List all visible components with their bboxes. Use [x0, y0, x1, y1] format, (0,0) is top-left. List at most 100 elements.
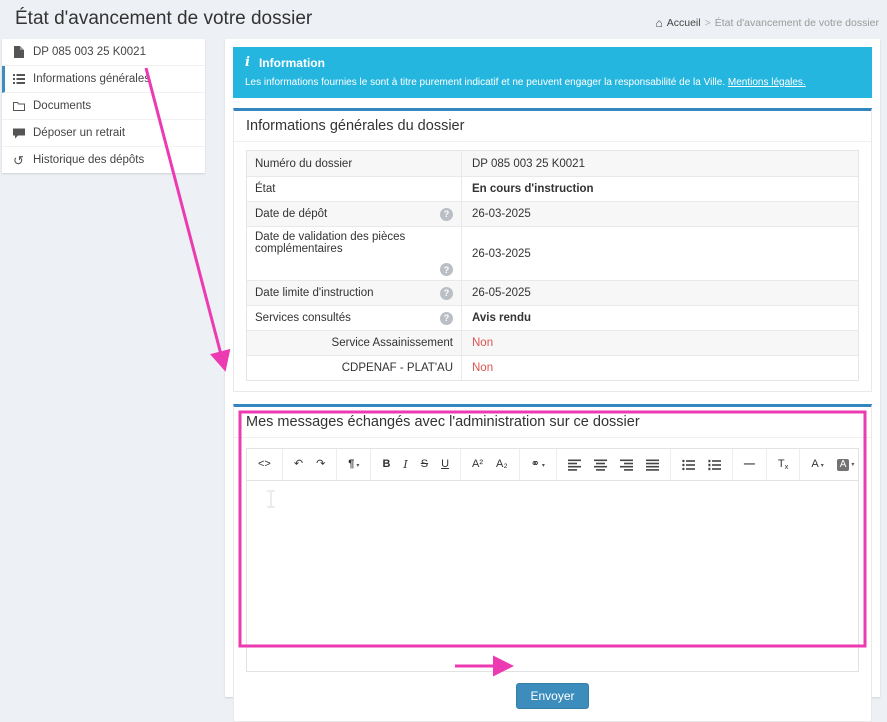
- row-value: 26-03-2025: [461, 227, 858, 280]
- help-icon[interactable]: ?: [440, 312, 453, 325]
- row-label: Date limite d'instruction: [255, 287, 374, 299]
- codeview-button[interactable]: <>: [255, 456, 274, 473]
- superscript-button[interactable]: A²: [469, 456, 486, 473]
- info-banner-text: Les informations fournies le sont à titr…: [245, 77, 725, 88]
- sidebar-item-label: Documents: [33, 100, 91, 112]
- dossier-table: Numéro du dossier DP 085 003 25 K0021 Ét…: [246, 150, 859, 381]
- clear-format-button[interactable]: Tx: [775, 456, 791, 473]
- sidebar-item-informations-generales[interactable]: Informations générales: [2, 66, 205, 93]
- underline-icon: U: [441, 458, 449, 471]
- help-icon[interactable]: ?: [440, 287, 453, 300]
- breadcrumb-current: État d'avancement de votre dossier: [715, 17, 879, 29]
- italic-button[interactable]: I: [400, 456, 410, 473]
- table-row: Date de validation des pièces complément…: [247, 226, 858, 280]
- sidebar-item-label: Déposer un retrait: [33, 127, 125, 139]
- subscript-button[interactable]: A₂: [493, 456, 511, 473]
- align-center-button[interactable]: [591, 457, 610, 473]
- main-content: i Information Les informations fournies …: [225, 39, 880, 697]
- row-value: DP 085 003 25 K0021: [461, 151, 858, 176]
- text-cursor: [267, 490, 275, 508]
- breadcrumb-accueil[interactable]: Accueil: [667, 17, 701, 29]
- undo-icon: ↶: [294, 458, 303, 471]
- align-left-icon: [568, 459, 581, 471]
- breadcrumb-separator: >: [705, 17, 711, 29]
- comment-icon: [12, 127, 25, 139]
- row-label: Numéro du dossier: [255, 158, 352, 170]
- table-row: CDPENAF - PLAT'AU Non: [247, 355, 858, 380]
- sidebar-item-historique-depots[interactable]: ↺ Historique des dépôts: [2, 147, 205, 173]
- row-value: Non: [461, 356, 858, 380]
- ordered-list-button[interactable]: [705, 457, 724, 473]
- message-editor: <> ↶ ↷ ¶ B I S U: [246, 448, 859, 672]
- dossier-panel: Informations générales du dossier Numéro…: [233, 108, 872, 392]
- strikethrough-icon: S: [421, 458, 428, 471]
- ordered-list-icon: [708, 459, 721, 471]
- row-label: Services consultés: [255, 312, 351, 324]
- breadcrumb: ⌂ Accueil > État d'avancement de votre d…: [655, 17, 879, 29]
- info-banner: i Information Les informations fournies …: [233, 47, 872, 98]
- row-label: Date de validation des pièces complément…: [255, 231, 453, 255]
- row-label: CDPENAF - PLAT'AU: [342, 362, 453, 374]
- redo-icon: ↷: [316, 458, 325, 471]
- dossier-panel-title: Informations générales du dossier: [234, 111, 871, 142]
- paragraph-style-button[interactable]: ¶: [345, 456, 362, 473]
- help-icon[interactable]: ?: [440, 208, 453, 221]
- align-right-icon: [620, 459, 633, 471]
- messages-panel: Mes messages échangés avec l'administrat…: [233, 404, 872, 722]
- sidebar: DP 085 003 25 K0021 Informations général…: [2, 39, 205, 173]
- table-row: Service Assainissement Non: [247, 330, 858, 355]
- horizontal-rule-button[interactable]: —: [741, 456, 758, 473]
- table-row: Services consultés ? Avis rendu: [247, 305, 858, 330]
- text-color-icon: A: [811, 458, 818, 471]
- paragraph-style-icon: ¶: [348, 458, 354, 471]
- unordered-list-icon: [682, 459, 695, 471]
- home-icon: ⌂: [655, 17, 662, 29]
- underline-button[interactable]: U: [438, 456, 452, 473]
- redo-button[interactable]: ↷: [313, 456, 328, 473]
- background-color-icon: A: [837, 459, 850, 471]
- subscript-icon: A₂: [496, 458, 508, 471]
- sidebar-item-label: DP 085 003 25 K0021: [33, 46, 146, 58]
- bold-button[interactable]: B: [379, 456, 393, 473]
- envoyer-button[interactable]: Envoyer: [516, 683, 588, 709]
- clear-format-icon: Tx: [778, 458, 788, 471]
- sidebar-item-deposer-retrait[interactable]: Déposer un retrait: [2, 120, 205, 147]
- history-icon: ↺: [12, 154, 25, 166]
- text-color-button[interactable]: A: [808, 456, 826, 473]
- row-value: Avis rendu: [461, 306, 858, 330]
- row-value: 26-03-2025: [461, 202, 858, 226]
- row-value: 26-05-2025: [461, 281, 858, 305]
- align-left-button[interactable]: [565, 457, 584, 473]
- sidebar-item-documents[interactable]: Documents: [2, 93, 205, 120]
- codeview-icon: <>: [258, 458, 271, 471]
- message-input[interactable]: [247, 481, 858, 671]
- sidebar-item-label: Historique des dépôts: [33, 154, 144, 166]
- info-banner-title: Information: [259, 56, 325, 70]
- row-label: Service Assainissement: [332, 337, 453, 349]
- info-icon: i: [245, 55, 250, 70]
- align-center-icon: [594, 459, 607, 471]
- folder-icon: [12, 100, 25, 112]
- sidebar-item-dossier-number[interactable]: DP 085 003 25 K0021: [2, 39, 205, 66]
- row-label: Date de dépôt: [255, 208, 327, 220]
- sidebar-item-label: Informations générales: [33, 73, 150, 85]
- background-color-button[interactable]: A: [834, 457, 858, 473]
- align-justify-icon: [646, 459, 659, 471]
- messages-panel-title: Mes messages échangés avec l'administrat…: [234, 407, 871, 438]
- link-button[interactable]: ⚭: [528, 456, 548, 473]
- link-icon: ⚭: [531, 458, 540, 471]
- file-icon: [12, 46, 25, 58]
- page-title: État d'avancement de votre dossier: [15, 8, 312, 30]
- undo-button[interactable]: ↶: [291, 456, 306, 473]
- table-row: Date limite d'instruction ? 26-05-2025: [247, 280, 858, 305]
- row-value: En cours d'instruction: [461, 177, 858, 201]
- editor-toolbar: <> ↶ ↷ ¶ B I S U: [247, 449, 858, 481]
- strikethrough-button[interactable]: S: [418, 456, 431, 473]
- align-right-button[interactable]: [617, 457, 636, 473]
- row-value: Non: [461, 331, 858, 355]
- align-justify-button[interactable]: [643, 457, 662, 473]
- unordered-list-button[interactable]: [679, 457, 698, 473]
- mentions-legales-link[interactable]: Mentions légales.: [728, 77, 806, 88]
- help-icon[interactable]: ?: [440, 263, 453, 276]
- horizontal-rule-icon: —: [744, 458, 755, 471]
